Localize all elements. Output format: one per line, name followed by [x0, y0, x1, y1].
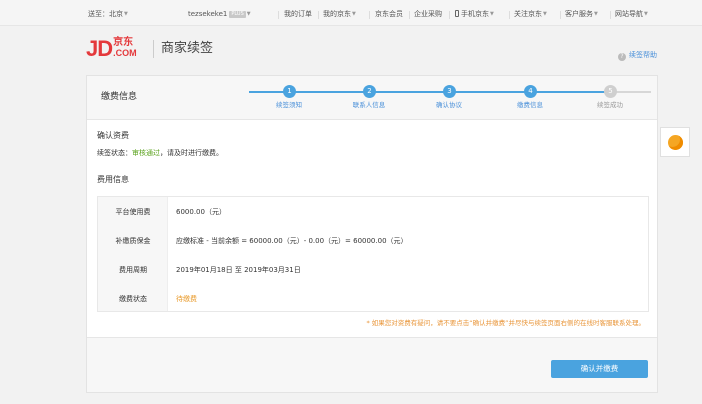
- chevron-down-icon: ▼: [352, 11, 356, 17]
- fee-value-status: 待缴费: [176, 295, 197, 303]
- step-4-circle: 4: [524, 85, 537, 98]
- renewal-status: 续签状态：审核通过，请及时进行缴费。: [97, 149, 223, 158]
- status-prefix: 续签状态：: [97, 149, 132, 157]
- fee-label-deposit: 补缴质保金: [115, 237, 151, 245]
- chevron-down-icon: ▼: [594, 11, 598, 17]
- help-label: 续签帮助: [629, 51, 657, 59]
- link-customer-service[interactable]: 客户服务▼: [565, 9, 598, 19]
- chevron-down-icon: ▼: [124, 11, 128, 17]
- logo-cn-text: 京东: [113, 37, 134, 48]
- username: tezsekeke1: [188, 10, 228, 18]
- logo-right: 京东 .COM: [113, 37, 137, 59]
- step-4-label: 缴费信息: [517, 101, 543, 109]
- phone-icon: [455, 10, 459, 17]
- link-follow-jd[interactable]: 关注京东▼: [514, 9, 547, 19]
- step-1-circle: 1: [283, 85, 296, 98]
- step-1-label: 续签须知: [276, 101, 302, 109]
- step-3-circle: 3: [443, 85, 456, 98]
- jd-logo[interactable]: JD 京东 .COM: [86, 37, 137, 61]
- step-3-label: 确认协议: [436, 101, 462, 109]
- plus-badge: PLUS: [229, 11, 246, 18]
- confirm-pay-button[interactable]: 确认并缴费: [551, 360, 648, 378]
- link-follow-jd-label: 关注京东: [514, 10, 542, 18]
- user-menu[interactable]: tezsekeke1 PLUS ▼: [188, 9, 251, 19]
- fee-label-platform: 平台使用费: [115, 208, 151, 216]
- step-5-label: 续签成功: [597, 101, 623, 109]
- chevron-down-icon: ▼: [543, 11, 547, 17]
- side-service-widget[interactable]: [660, 127, 690, 157]
- link-my-orders[interactable]: 我的订单: [284, 9, 312, 19]
- fee-label-period: 费用周期: [119, 266, 147, 274]
- divider: [278, 11, 279, 19]
- link-customer-service-label: 客户服务: [565, 10, 593, 18]
- card-header: 缴费信息 1 续签须知 2 联系人信息 3 确认协议 4 缴费信息 5 续签成功: [87, 76, 657, 120]
- header-divider: [153, 40, 154, 58]
- chevron-down-icon: ▼: [490, 11, 494, 17]
- divider: [610, 11, 611, 19]
- divider: [449, 11, 450, 19]
- fee-label-status: 缴费状态: [119, 295, 147, 303]
- link-enterprise[interactable]: 企业采购: [414, 9, 442, 19]
- fee-info-title: 费用信息: [97, 175, 129, 184]
- link-site-nav-label: 网站导航: [615, 10, 643, 18]
- divider: [509, 11, 510, 19]
- link-my-jd-label: 我的京东: [323, 10, 351, 18]
- help-link[interactable]: ? 续签帮助: [618, 51, 657, 61]
- location-label: 送至：北京: [88, 10, 123, 18]
- fee-note: * 如果您对资费有疑问，请不要点击“确认并缴费”并尽快与续签页面右侧的在线时客服…: [366, 319, 645, 327]
- top-nav-bar: 送至：北京▼ tezsekeke1 PLUS ▼ 我的订单 我的京东▼ 京东会员 企…: [0, 0, 702, 26]
- logo-com-text: .COM: [113, 48, 137, 58]
- help-icon: ?: [618, 53, 626, 61]
- step-2-label: 联系人信息: [352, 101, 386, 109]
- divider: [369, 11, 370, 19]
- fee-value-period: 2019年01月18日 至 2019年03月31日: [176, 266, 301, 274]
- divider: [318, 11, 319, 19]
- step-2-circle: 2: [363, 85, 376, 98]
- main-card: 缴费信息 1 续签须知 2 联系人信息 3 确认协议 4 缴费信息 5 续签成功…: [86, 75, 658, 393]
- link-site-nav[interactable]: 网站导航▼: [615, 9, 648, 19]
- divider: [409, 11, 410, 19]
- page-title: 商家续签: [161, 41, 214, 56]
- card-footer: 确认并缴费: [87, 337, 657, 392]
- divider: [560, 11, 561, 19]
- link-jd-member[interactable]: 京东会员: [375, 9, 403, 19]
- confirm-fee-title: 确认资费: [97, 131, 129, 140]
- progress-line-pending: [613, 91, 651, 93]
- customer-service-icon: [668, 135, 683, 150]
- location-selector[interactable]: 送至：北京▼: [88, 9, 128, 19]
- card-title: 缴费信息: [101, 92, 138, 102]
- fee-value-platform: 6000.00（元）: [176, 208, 226, 216]
- progress-line-done: [249, 91, 613, 93]
- link-my-jd[interactable]: 我的京东▼: [323, 9, 356, 19]
- chevron-down-icon: ▼: [246, 11, 251, 17]
- status-value: 审核通过: [132, 149, 160, 157]
- logo-jd-text: JD: [86, 36, 113, 61]
- chevron-down-icon: ▼: [644, 11, 648, 17]
- fee-table: 平台使用费 6000.00（元） 补缴质保金 应缴标准 - 当前余额 = 600…: [97, 196, 649, 312]
- status-suffix: ，请及时进行缴费。: [160, 149, 223, 157]
- step-5-circle: 5: [604, 85, 617, 98]
- link-mobile-jd[interactable]: 手机京东▼: [455, 9, 494, 19]
- fee-value-deposit: 应缴标准 - 当前余额 = 60000.00（元）- 0.00（元）= 6000…: [176, 237, 408, 245]
- link-mobile-jd-label: 手机京东: [461, 10, 489, 18]
